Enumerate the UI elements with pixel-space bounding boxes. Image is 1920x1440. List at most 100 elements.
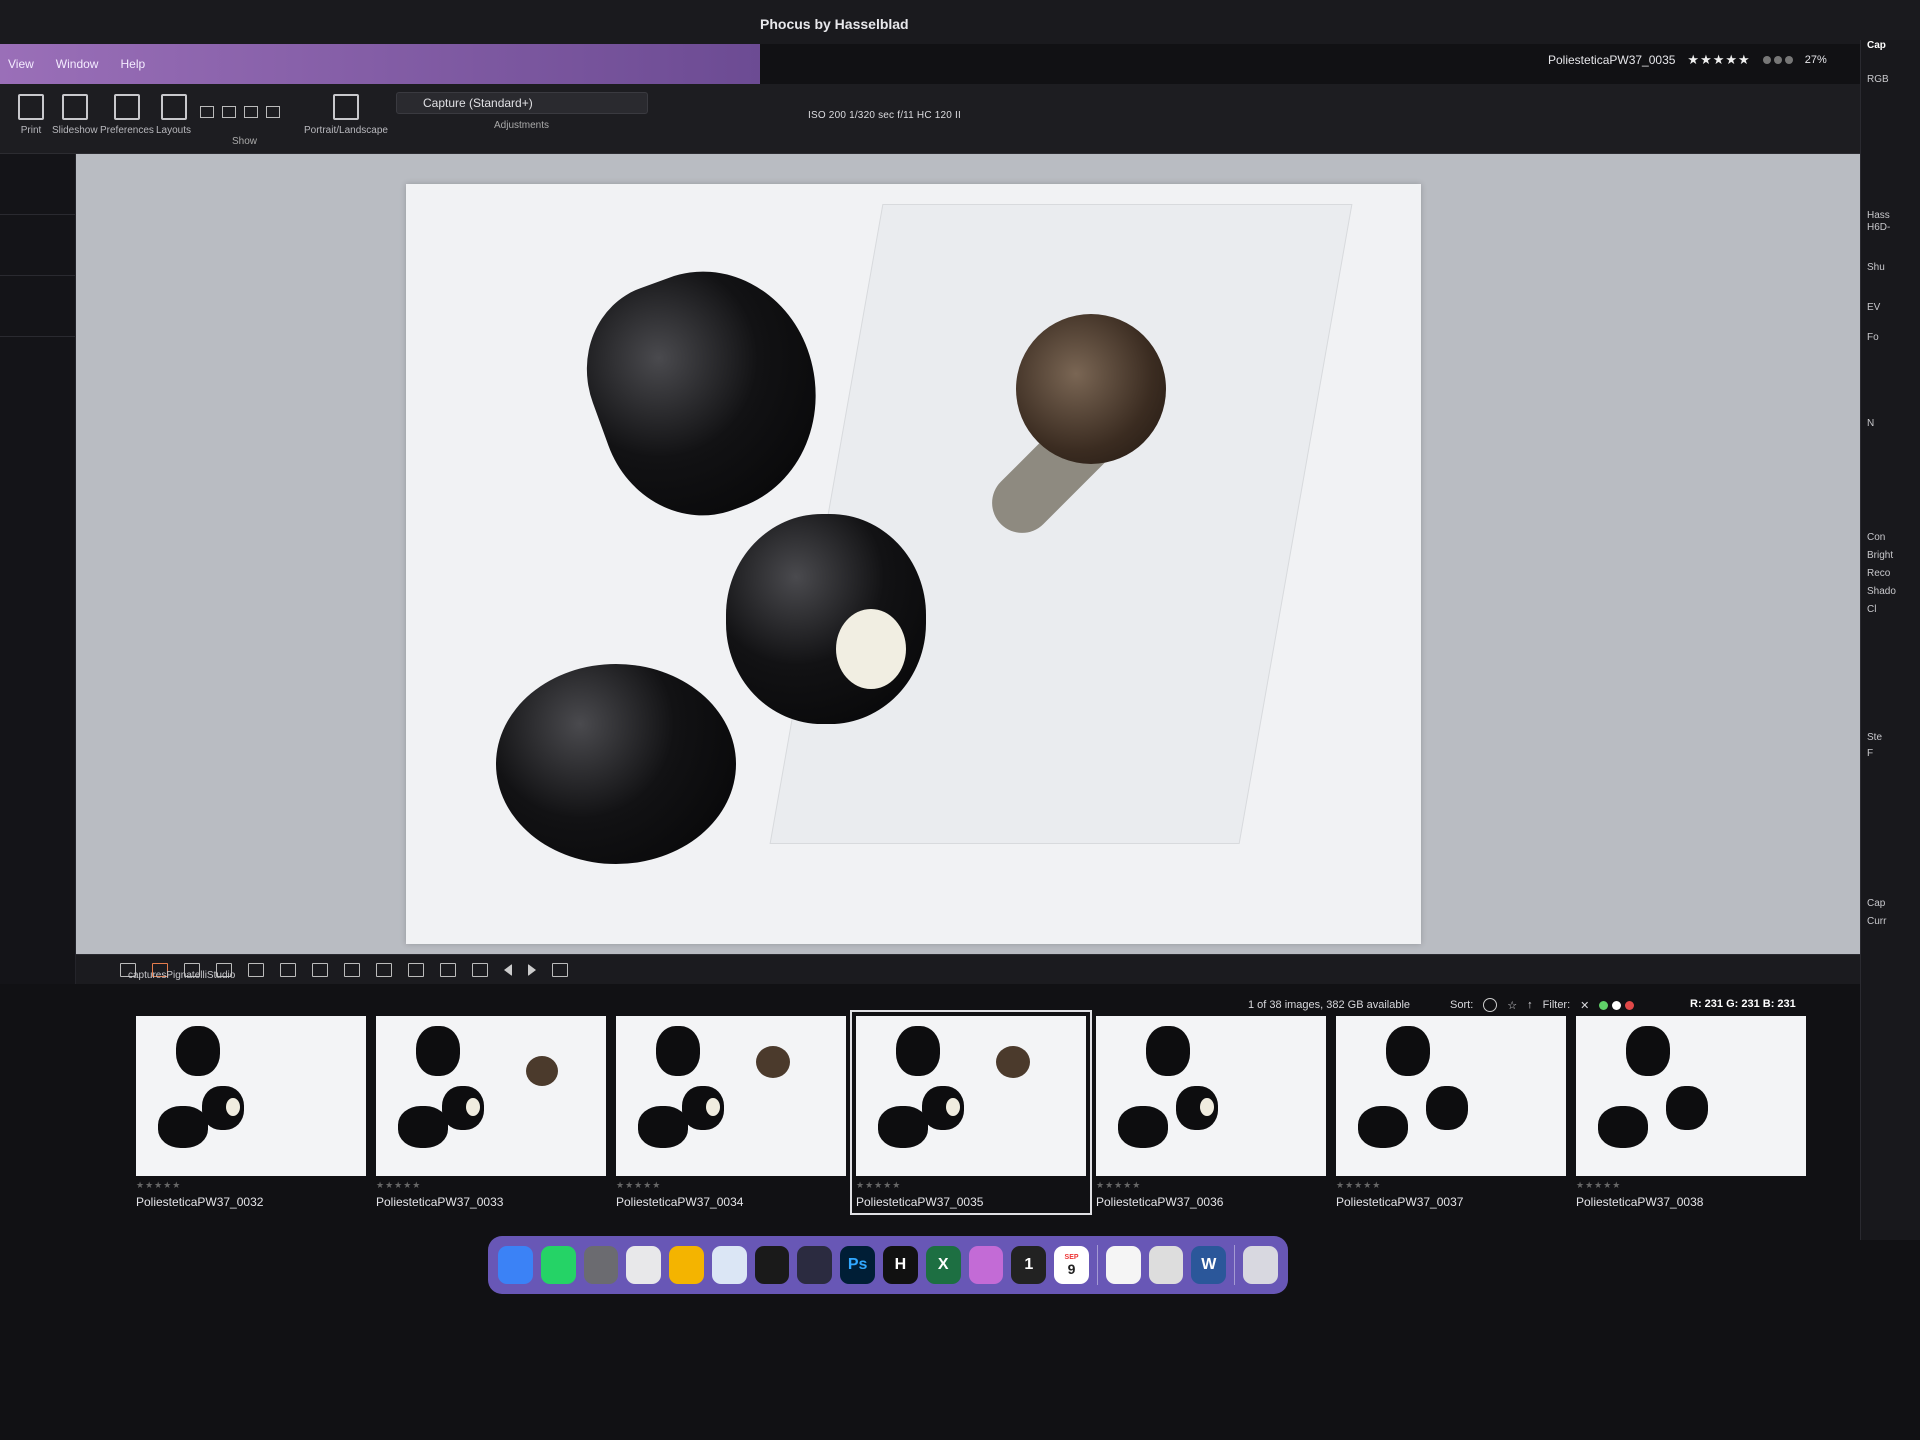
preview-icon[interactable] [711, 1246, 747, 1284]
right-panel-label: Fo [1867, 332, 1879, 343]
loupe-icon[interactable] [280, 962, 296, 977]
layout-b-icon[interactable] [408, 962, 424, 977]
right-panel-label: Shado [1867, 586, 1896, 597]
thumbnail-rating[interactable]: ★★★★★ [1576, 1180, 1806, 1191]
print-label: Print [20, 125, 42, 136]
portrait-landscape-button[interactable]: Portrait/Landscape [304, 94, 388, 136]
sort-star-icon[interactable]: ☆ [1507, 999, 1517, 1012]
fit-icon[interactable] [552, 962, 568, 977]
previous-icon[interactable] [504, 963, 512, 976]
right-panel-label: Reco [1867, 568, 1891, 579]
grid-icon[interactable] [440, 962, 456, 977]
preferences-label: Preferences [100, 125, 154, 136]
preferences-button[interactable]: Preferences [100, 94, 154, 136]
calendar-icon[interactable]: SEP 9 [1054, 1246, 1089, 1284]
thumbnail[interactable]: ★★★★★ PoliesteticaPW37_0033 [376, 1016, 606, 1209]
menu-icon[interactable] [344, 962, 360, 977]
whatsapp-icon[interactable] [540, 1246, 576, 1284]
thumbnail-image [136, 1016, 366, 1176]
capture-icon[interactable] [1148, 1246, 1184, 1284]
portrait-landscape-icon [332, 94, 359, 120]
pen-icon[interactable] [248, 962, 264, 977]
show-label: Show [232, 136, 258, 147]
sort-time-icon[interactable] [1483, 998, 1498, 1012]
system-settings-icon[interactable] [583, 1246, 619, 1284]
filter-colors[interactable] [1599, 1000, 1635, 1010]
right-panel-label: Hass [1867, 210, 1890, 221]
slideshow-label: Slideshow [52, 125, 98, 136]
filter-clear-icon[interactable]: ✕ [1580, 999, 1589, 1012]
thumbnail[interactable]: ★★★★★ PoliesteticaPW37_0038 [1576, 1016, 1806, 1209]
preset-dropdown[interactable]: Capture (Standard+) [396, 92, 648, 114]
thumbnail-rating[interactable]: ★★★★★ [616, 1180, 846, 1191]
photoshop-icon[interactable]: Ps [840, 1246, 876, 1284]
thumbnail-rating[interactable]: ★★★★★ [1336, 1180, 1566, 1191]
excel-icon[interactable]: X [925, 1246, 961, 1284]
sort-controls: Sort: ☆ ↑ Filter: ✕ [1450, 998, 1635, 1012]
moon-inlay [836, 609, 906, 689]
folder-icon[interactable] [968, 1246, 1004, 1284]
thumbnail[interactable]: ★★★★★ PoliesteticaPW37_0034 [616, 1016, 846, 1209]
menu-view[interactable]: View [8, 57, 34, 71]
thumbnail[interactable]: ★★★★★ PoliesteticaPW37_0037 [1336, 1016, 1566, 1209]
toolbar: Print Slideshow Preferences Layouts Show… [0, 84, 1860, 154]
show-option-3[interactable] [244, 106, 258, 118]
exif-info: ISO 200 1/320 sec f/11 HC 120 II [808, 110, 961, 121]
hasselblad-icon[interactable]: H [883, 1246, 918, 1284]
photos-icon[interactable] [1105, 1246, 1141, 1284]
show-option-1[interactable] [200, 106, 214, 118]
trash-icon[interactable] [1243, 1246, 1278, 1284]
print-icon [18, 94, 44, 120]
finder-icon[interactable] [498, 1246, 533, 1284]
color-tags[interactable] [1762, 56, 1793, 64]
right-panel-label: F [1867, 748, 1874, 759]
dock-separator [1096, 1245, 1098, 1285]
chrome-icon[interactable] [669, 1246, 704, 1284]
title-bar: Phocus by Hasselblad [0, 0, 1920, 44]
right-panel-label: Cap [1867, 40, 1886, 51]
filmstrip: ★★★★★ PoliesteticaPW37_0032 ★★★★★ Polies… [76, 1010, 1860, 1246]
thumbnail[interactable]: ★★★★★ PoliesteticaPW37_0032 [136, 1016, 366, 1209]
print-button[interactable]: Print [18, 94, 44, 136]
filter-label: Filter: [1542, 999, 1571, 1011]
slideshow-button[interactable]: Slideshow [52, 94, 98, 136]
thumbnail-rating[interactable]: ★★★★★ [376, 1180, 606, 1191]
thumbnail-image [1096, 1016, 1326, 1176]
show-option-2[interactable] [222, 106, 236, 118]
thumbnail-rating[interactable]: ★★★★★ [856, 1180, 1086, 1191]
thumbnail-rating[interactable]: ★★★★★ [1096, 1180, 1326, 1191]
screen: Phocus by Hasselblad View Window Help Pr… [0, 0, 1920, 1440]
thumbnail-image [1336, 1016, 1566, 1176]
word-icon[interactable]: W [1191, 1246, 1227, 1284]
thumbnail[interactable]: ★★★★★ PoliesteticaPW37_0036 [1096, 1016, 1326, 1209]
adjustments-label: Adjustments [494, 120, 550, 131]
one-icon[interactable]: 1 [1011, 1246, 1047, 1284]
app-title: Phocus by Hasselblad [760, 16, 909, 32]
hand-icon[interactable] [312, 962, 328, 977]
menu-window[interactable]: Window [56, 57, 99, 71]
show-options[interactable] [200, 106, 280, 118]
frame-icon[interactable] [472, 962, 488, 977]
right-panel-label: N [1867, 418, 1875, 429]
preferences-icon [113, 94, 140, 120]
next-icon[interactable] [528, 963, 536, 976]
layout-a-icon[interactable] [376, 962, 392, 977]
thumbnail-image [1576, 1016, 1806, 1176]
snail-shell [1016, 314, 1166, 464]
layouts-button[interactable]: Layouts [156, 94, 191, 136]
thumbnail-image [376, 1016, 606, 1176]
thumbnail-name: PoliesteticaPW37_0038 [1576, 1195, 1704, 1209]
thumbnail-rating[interactable]: ★★★★★ [136, 1180, 366, 1191]
folder-path: capturesPignatelliStudio [128, 970, 236, 981]
textedit-icon[interactable] [626, 1246, 662, 1284]
image-viewer[interactable] [76, 154, 1860, 954]
rating-stars[interactable]: ★★★★★ [1687, 52, 1750, 68]
activity-monitor-icon[interactable] [754, 1246, 790, 1284]
davinci-icon[interactable] [797, 1246, 833, 1284]
stone-moon [726, 514, 926, 724]
main-photo[interactable] [406, 184, 1421, 944]
sort-direction-icon[interactable]: ↑ [1527, 999, 1533, 1011]
thumbnail-selected[interactable]: ★★★★★ PoliesteticaPW37_0035 [850, 1010, 1092, 1215]
show-option-4[interactable] [266, 106, 280, 118]
menu-help[interactable]: Help [120, 57, 145, 71]
